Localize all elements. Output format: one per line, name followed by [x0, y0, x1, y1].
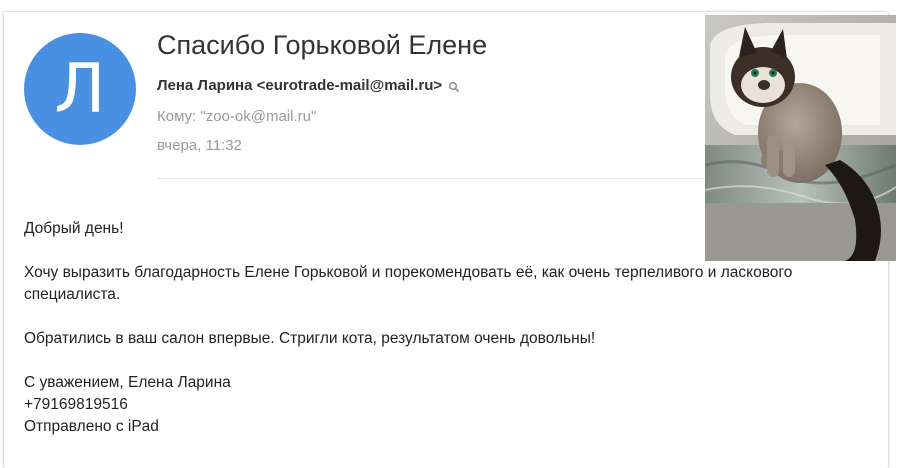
body-signoff: С уважением, Елена Ларина — [24, 374, 231, 391]
email-subject: Спасибо Горьковой Елене — [157, 30, 488, 60]
sender-line[interactable]: Лена Ларина <eurotrade-mail@mail.ru> — [157, 77, 460, 94]
body-phone: +79169819516 — [24, 396, 128, 413]
sender-name-address[interactable]: Лена Ларина <eurotrade-mail@mail.ru> — [157, 77, 442, 94]
search-icon[interactable] — [448, 80, 460, 92]
email-date: вчера, 11:32 — [157, 137, 242, 154]
body-paragraph-thanks: Хочу выразить благодарность Елене Горько… — [24, 264, 793, 303]
recipient-line: Кому: "zoo-ok@mail.ru" — [157, 108, 317, 125]
body-sent-from: Отправлено с iPad — [24, 418, 159, 435]
body-greeting: Добрый день! — [24, 220, 124, 237]
email-body: Добрый день! Хочу выразить благодарность… — [24, 218, 854, 438]
avatar-letter: Л — [54, 49, 106, 129]
body-paragraph-salon: Обратились в ваш салон впервые. Стригли … — [24, 330, 596, 347]
sender-avatar[interactable]: Л — [24, 33, 136, 145]
